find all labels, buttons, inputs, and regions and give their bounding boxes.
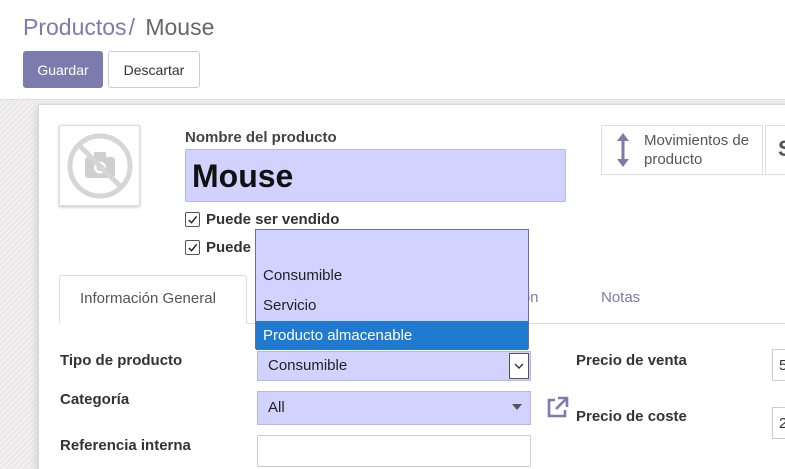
internal-reference-input[interactable] [257,435,531,467]
breadcrumb-separator: / [128,14,135,40]
internal-reference-label: Referencia interna [60,437,191,454]
can-be-purchased-row: Puede [185,239,251,256]
cost-price-input[interactable]: 2 [772,407,785,439]
sale-price-input[interactable]: 5 [772,349,785,381]
can-be-sold-checkbox[interactable] [185,212,200,227]
product-image[interactable] [59,125,140,206]
product-type-dropdown: Consumible Servicio Producto almacenable [255,229,529,350]
cost-price-label: Precio de coste [576,408,687,425]
breadcrumb-link-products[interactable]: Productos [23,14,127,40]
stock-moves-label-line2: producto [644,151,703,168]
can-be-purchased-label: Puede [206,239,252,256]
category-select[interactable]: All [257,391,531,425]
category-label: Categoría [60,391,130,408]
form-background [0,100,36,469]
product-type-select[interactable]: Consumible [257,351,531,381]
stock-moves-button[interactable]: Movimientos de producto [601,125,763,175]
discard-button[interactable]: Descartar [108,51,200,88]
breadcrumb: Productos/ Mouse [23,14,214,41]
tab-notes[interactable]: Notas [581,275,660,324]
checkmark-icon [188,243,198,252]
product-type-label: Tipo de producto [60,352,183,369]
product-type-value: Consumible [268,357,348,374]
stat-button-partial[interactable]: S [765,125,785,175]
can-be-purchased-checkbox[interactable] [185,240,200,255]
save-button[interactable]: Guardar [23,51,103,88]
product-name-label: Nombre del producto [185,129,337,146]
checkmark-icon [188,215,198,224]
dropdown-option-service[interactable]: Servicio [256,291,528,320]
up-down-arrows-icon [602,133,644,167]
dropdown-option-storable[interactable]: Producto almacenable [256,321,528,350]
tab-general-info[interactable]: Información General [59,275,247,324]
chevron-down-icon[interactable] [509,353,529,379]
sale-price-label: Precio de venta [576,352,687,369]
dropdown-option-empty[interactable] [256,230,528,259]
can-be-sold-row: Puede ser vendido [185,211,339,228]
external-link-icon[interactable] [544,395,570,426]
product-name-input[interactable]: Mouse [185,149,566,202]
can-be-sold-label: Puede ser vendido [206,211,340,228]
caret-down-icon [512,404,522,410]
control-panel: Productos/ Mouse Guardar Descartar [0,0,785,100]
no-camera-icon [67,133,132,198]
dropdown-option-consumable[interactable]: Consumible [256,261,528,290]
category-value: All [268,399,285,416]
stock-moves-label-line1: Movimientos de [644,132,750,149]
breadcrumb-current: Mouse [145,14,215,40]
